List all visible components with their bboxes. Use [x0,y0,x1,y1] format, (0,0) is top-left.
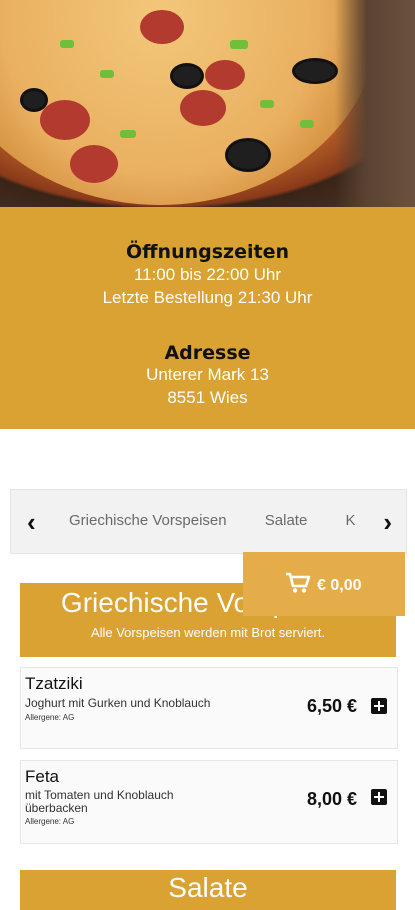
restaurant-info: Öffnungszeiten 11:00 bis 22:00 Uhr Letzt… [0,207,415,429]
cart-button[interactable]: € 0,00 [243,552,405,616]
category-tab-next[interactable]: K [345,512,355,529]
item-price: 6,50 € [306,696,357,716]
menu-item-feta[interactable]: Feta mit Tomaten und Knoblauch überbacke… [20,760,398,844]
item-name: Tzatziki [25,674,83,693]
add-to-cart-icon[interactable] [371,698,387,714]
section-subtitle: Alle Vorspeisen werden mit Brot serviert… [90,625,326,640]
menu-item-tzatziki[interactable]: Tzatziki Joghurt mit Gurken und Knoblauc… [20,667,398,749]
item-description: mit Tomaten und Knoblauch überbacken [25,788,174,815]
hero-pizza-image [0,0,415,207]
chevron-left-icon[interactable]: ‹ [27,507,36,538]
add-to-cart-icon[interactable] [371,789,387,805]
item-allergens: Allergene: AG [25,817,75,826]
hours-line-2: Letzte Bestellung 21:30 Uhr [102,288,313,307]
category-tab-vorspeisen[interactable]: Griechische Vorspeisen [69,512,227,529]
item-price: 8,00 € [306,789,357,809]
category-strip: Griechische Vorspeisen Salate K [69,512,374,529]
hours-heading: Öffnungszeiten [126,241,289,263]
address-line-2: 8551 Wies [167,388,248,407]
item-allergens: Allergene: AG [25,713,75,722]
cart-total: € 0,00 [317,577,362,594]
hours-line-1: 11:00 bis 22:00 Uhr [133,265,282,284]
chevron-right-icon[interactable]: › [383,507,392,538]
section-header-salate: Salate [20,870,396,910]
address-heading: Adresse [164,342,251,364]
item-name: Feta [25,767,60,786]
item-description: Joghurt mit Gurken und Knoblauch [25,696,211,710]
address-line-1: Unterer Mark 13 [146,365,269,384]
category-tab-salate[interactable]: Salate [265,512,308,529]
section-title: Salate [168,872,248,903]
category-nav: ‹ Griechische Vorspeisen Salate K › [10,489,407,554]
cart-icon [286,572,311,593]
